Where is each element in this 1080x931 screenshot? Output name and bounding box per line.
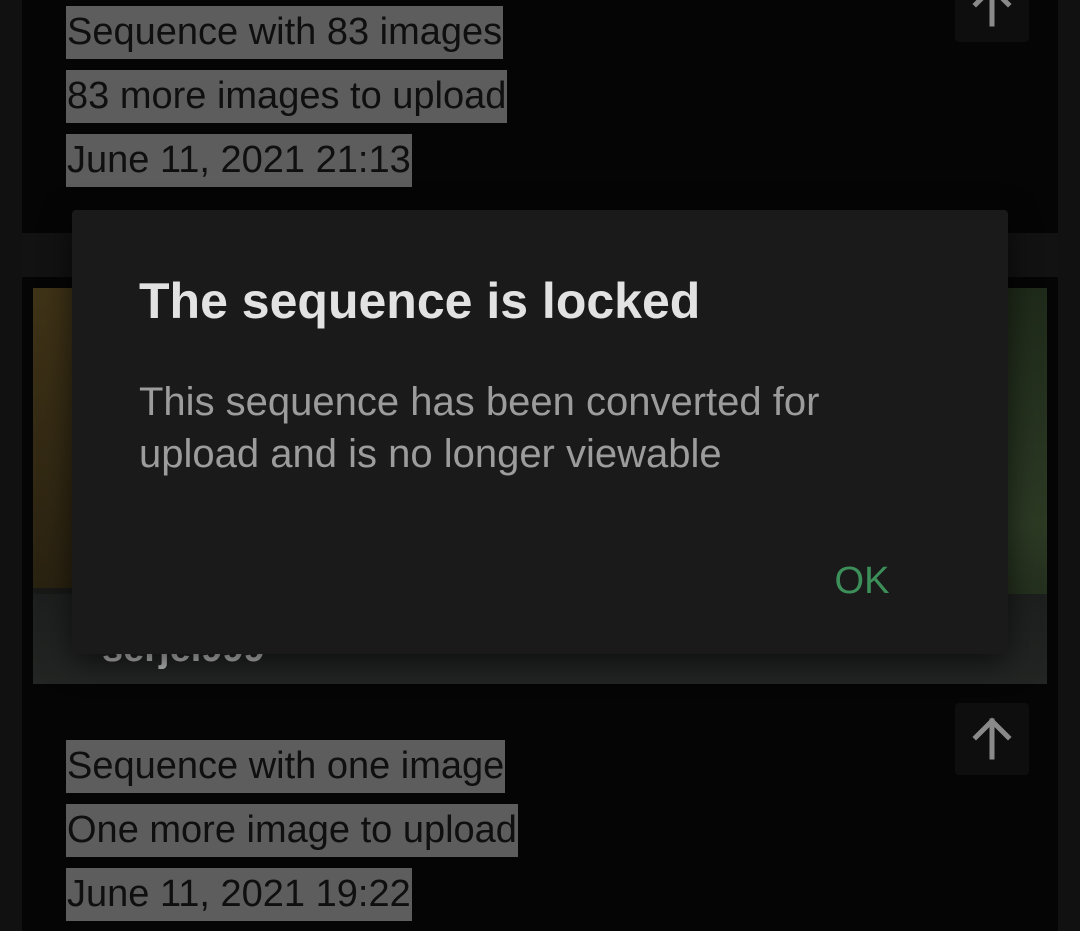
locked-sequence-dialog: The sequence is locked This sequence has… [72, 210, 1008, 654]
dialog-title: The sequence is locked [139, 273, 701, 329]
app-screen: Sequence with 83 images 83 more images t… [0, 0, 1080, 931]
dialog-message: This sequence has been converted for upl… [139, 380, 820, 476]
ok-button[interactable]: OK [814, 552, 910, 610]
